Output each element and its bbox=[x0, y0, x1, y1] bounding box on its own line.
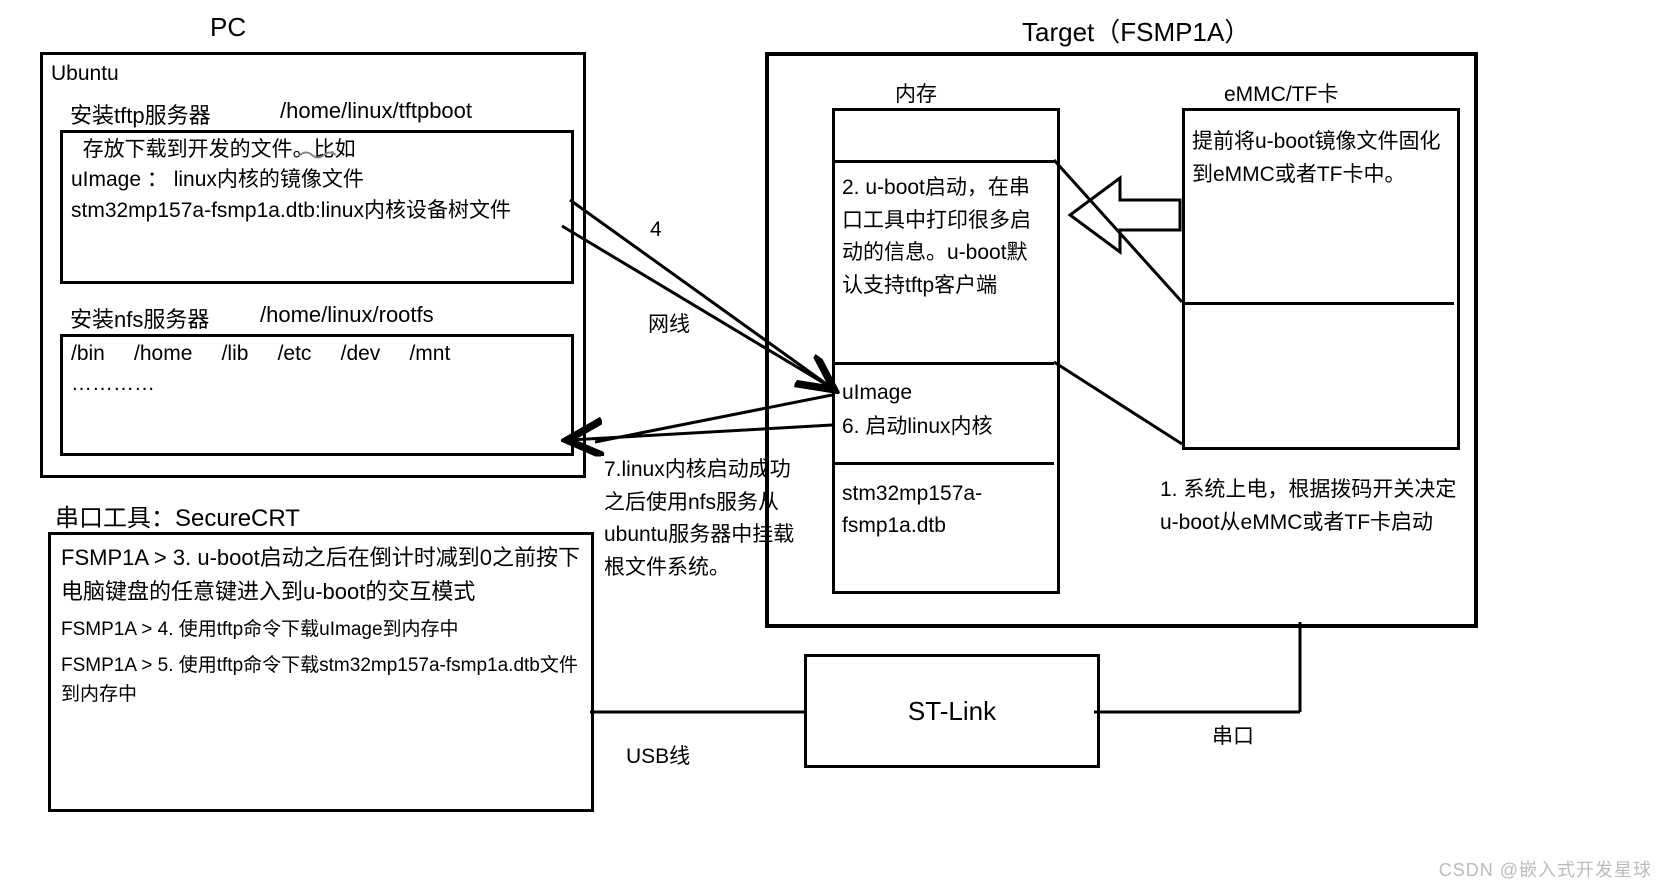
emmc-divider bbox=[1182, 302, 1454, 305]
diagram-canvas: PC Target（FSMP1A） Ubuntu 安装tftp服务器 /home… bbox=[0, 0, 1664, 888]
crt-body: FSMP1A > 3. u-boot启动之后在倒计时减到0之前按下电脑键盘的任意… bbox=[51, 535, 591, 716]
mem-title: 内存 bbox=[895, 78, 937, 108]
pc-title: PC bbox=[210, 12, 246, 43]
emmc-title: eMMC/TF卡 bbox=[1224, 78, 1338, 108]
nfs-header-left: 安装nfs服务器 bbox=[70, 302, 209, 334]
mem-row2: 2. u-boot启动，在串口工具中打印很多启动的信息。u-boot默认支持tf… bbox=[842, 172, 1048, 302]
step7-text: 7.linux内核启动成功之后使用nfs服务从ubuntu服务器中挂载根文件系统… bbox=[604, 454, 800, 584]
mem-divider-2 bbox=[832, 362, 1054, 365]
crt-line3: FSMP1A > 5. 使用tftp命令下载stm32mp157a-fsmp1a… bbox=[61, 651, 581, 710]
step4-label: 4 bbox=[650, 218, 662, 242]
mem-divider-3 bbox=[832, 462, 1054, 465]
nfs-header-right: /home/linux/rootfs bbox=[260, 302, 434, 328]
serial-label: 串口 bbox=[1212, 720, 1254, 750]
tftp-body: 存放下载到开发的文件。比如 uImage ： linux内核的镜像文件 stm3… bbox=[63, 133, 571, 228]
tftp-header-left: 安装tftp服务器 bbox=[70, 98, 211, 130]
wire-net-label: 网线 bbox=[648, 308, 690, 338]
nfs-body: /bin /home /lib /etc /dev /mnt ………… bbox=[63, 337, 571, 402]
usb-label: USB线 bbox=[626, 740, 690, 770]
emmc-row1: 提前将u-boot镜像文件固化到eMMC或者TF卡中。 bbox=[1192, 126, 1444, 191]
mem-divider-1 bbox=[832, 160, 1054, 163]
crt-box: FSMP1A > 3. u-boot启动之后在倒计时减到0之前按下电脑键盘的任意… bbox=[48, 532, 594, 812]
crt-line1: FSMP1A > 3. u-boot启动之后在倒计时减到0之前按下电脑键盘的任意… bbox=[61, 541, 581, 609]
nfs-box: /bin /home /lib /etc /dev /mnt ………… bbox=[60, 334, 574, 456]
tftp-box: 存放下载到开发的文件。比如 uImage ： linux内核的镜像文件 stm3… bbox=[60, 130, 574, 284]
tftp-header-right: /home/linux/tftpboot bbox=[280, 98, 472, 124]
crt-line2: FSMP1A > 4. 使用tftp命令下载uImage到内存中 bbox=[61, 615, 581, 644]
step1-text: 1. 系统上电，根据拨码开关决定u-boot从eMMC或者TF卡启动 bbox=[1160, 474, 1460, 539]
mem-row3: uImage 6. 启动linux内核 bbox=[842, 376, 993, 443]
target-title: Target（FSMP1A） bbox=[1022, 12, 1250, 49]
crt-title: 串口工具：SecureCRT bbox=[55, 498, 300, 533]
stlink-box: ST-Link bbox=[804, 654, 1100, 768]
stlink-label: ST-Link bbox=[908, 696, 996, 727]
ubuntu-title: Ubuntu bbox=[43, 55, 583, 91]
mem-row4: stm32mp157a-fsmp1a.dtb bbox=[842, 478, 1048, 541]
watermark: CSDN @嵌入式开发星球 bbox=[1439, 856, 1652, 882]
